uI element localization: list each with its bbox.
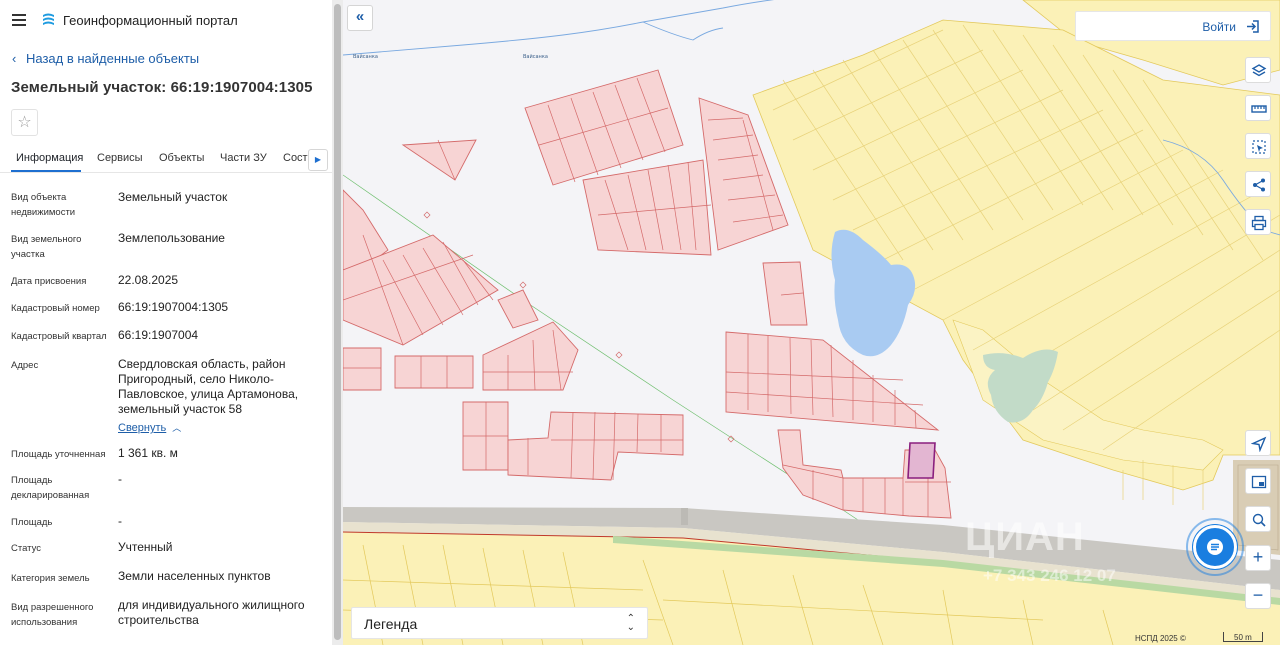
info-value: - [118,514,122,528]
chevron-right-icon: ▶ [314,155,322,164]
info-label: Площадь декларированная [11,475,90,501]
select-area-button[interactable] [1245,133,1271,159]
info-value: 66:19:1907004:1305 [118,300,229,314]
info-label: Дата присвоения [11,276,87,287]
map-copyright: НСПД 2025 © [1135,634,1186,643]
map-scale-label: 50 m [1234,633,1252,642]
search-map-icon [1252,513,1266,527]
locate-button[interactable] [1245,430,1271,456]
info-label: Категория земель [11,573,90,584]
hamburger-menu-icon[interactable] [12,14,26,26]
collapse-sidebar-button[interactable]: « [347,5,373,31]
map-view[interactable]: Вайсанка Вайсанка ЦИАН +7 343 246 12 07 … [343,0,1280,645]
info-value: 22.08.2025 [118,273,179,287]
share-button[interactable] [1245,171,1271,197]
ruler-icon [1251,105,1267,113]
info-label: Вид объекта недвижимости [11,192,76,218]
sidebar-scrollbar[interactable] [332,0,343,645]
login-button[interactable]: Войти [1075,11,1271,41]
info-value: Земли населенных пунктов [118,569,271,583]
info-value: 66:19:1907004 [118,328,199,342]
chevron-left-icon: ‹ [12,51,17,66]
print-button[interactable] [1245,209,1271,235]
collapse-label: Свернуть [118,422,167,434]
info-value: 1 361 кв. м [118,446,178,460]
print-icon [1251,215,1267,231]
app-root: Геоинформационный портал ‹ Назад в найден… [0,0,1280,645]
river-label: Вайсанка [523,53,548,60]
info-value: - [118,472,122,486]
layers-icon [1251,64,1267,77]
watermark: ЦИАН [965,515,1085,559]
info-label: Вид земельного участка [11,234,82,260]
tab-objects[interactable]: Объекты [159,152,204,164]
login-label: Войти [1202,20,1236,34]
back-to-results-link[interactable]: ‹ Назад в найденные объекты [12,51,199,66]
tab-information[interactable]: Информация [16,152,83,164]
cadastral-map-canvas[interactable]: Вайсанка Вайсанка [343,0,1280,645]
plus-icon: + [1252,547,1264,567]
sidebar-scrollbar-thumb[interactable] [334,4,341,640]
info-label: Площадь уточненная [11,449,106,460]
info-value: Землепользование [118,231,225,245]
chat-button[interactable] [1193,525,1237,569]
back-link-label: Назад в найденные объекты [26,51,200,66]
info-label: Статус [11,543,42,554]
tabs-scroll-right-button[interactable]: ▶ [308,149,328,171]
watermark-phone: +7 343 246 12 07 [983,566,1116,585]
favorite-button[interactable]: ☆ [11,109,38,136]
sidebar-topbar: Геоинформационный портал [0,0,332,40]
minimap-button[interactable] [1245,468,1271,494]
collapse-address-link[interactable]: Свернуть ︿ [118,421,181,434]
zoom-in-button[interactable]: + [1245,545,1271,571]
login-icon [1247,20,1259,33]
river-label: Вайсанка [353,53,378,60]
info-label: Вид разрешенного использования [11,602,94,628]
tab-parts[interactable]: Части ЗУ [220,152,267,164]
layers-button[interactable] [1245,57,1271,83]
info-value: Земельный участок [118,190,228,204]
share-icon [1253,178,1265,192]
ruler-button[interactable] [1245,95,1271,121]
legend-label: Легенда [364,616,418,632]
info-label: Кадастровый квартал [11,331,107,342]
search-map-button[interactable] [1245,506,1271,532]
info-value: для индивидуального жилищного строительс… [118,598,305,627]
tab-services[interactable]: Сервисы [97,152,143,164]
double-chevron-left-icon: « [355,8,365,25]
zoom-out-button[interactable]: − [1245,583,1271,609]
app-title: Геоинформационный портал [63,13,238,28]
select-area-icon [1252,140,1266,154]
locate-icon [1251,436,1267,452]
selected-parcel[interactable] [907,442,936,479]
info-label: Площадь [11,517,53,528]
info-tabs: Информация Сервисы Объекты Части ЗУ Сост… [0,143,332,173]
chat-icon [1207,539,1223,555]
expand-collapse-icon: ⌃ ⌄ [626,613,635,633]
chevron-up-icon: ︿ [172,423,182,433]
info-sidebar: Геоинформационный портал ‹ Назад в найден… [0,0,332,645]
info-label: Кадастровый номер [11,303,100,314]
minus-icon: − [1252,585,1264,605]
info-value: Учтенный [118,540,173,554]
address-value: Свердловская область, район Пригородный,… [118,357,299,416]
star-icon: ☆ [17,114,32,131]
parcel-title: Земельный участок: 66:19:1907004:1305 [11,79,313,96]
portal-logo-icon [43,13,54,25]
info-label: Адрес [11,360,39,371]
legend-dropdown[interactable]: Легенда ⌃ ⌄ [351,607,648,639]
active-tab-indicator [11,170,81,172]
minimap-icon [1251,475,1267,489]
